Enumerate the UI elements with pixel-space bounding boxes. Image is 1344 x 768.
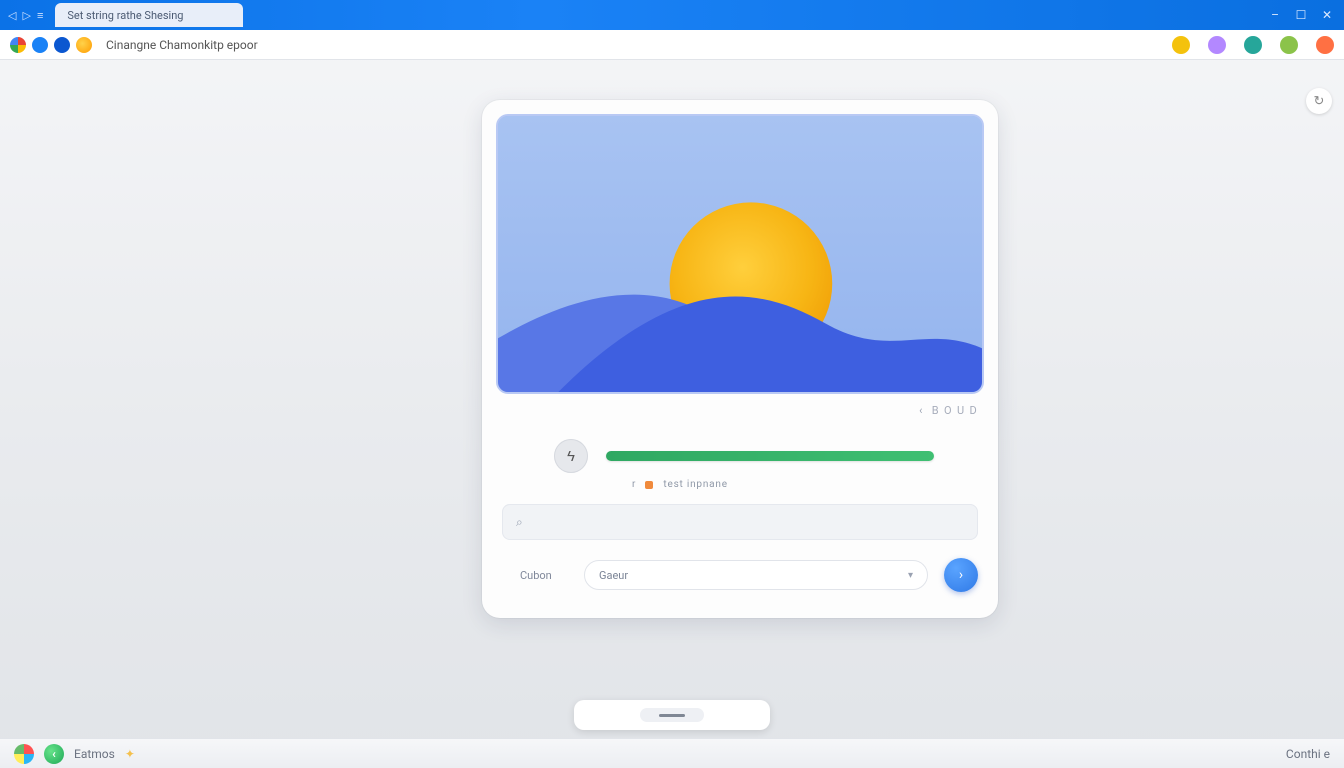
- star-icon: ✦: [125, 747, 135, 761]
- nav-back-icon[interactable]: ◁: [8, 9, 16, 22]
- tab-title: Set string rathe Shesing: [67, 9, 183, 22]
- window-maximize-button[interactable]: ☐: [1292, 6, 1310, 24]
- browser-toolbar: Cinangne Chamonkitp epoor: [0, 30, 1344, 60]
- handle-bar-icon: [659, 714, 685, 717]
- category-label: Cubon: [502, 569, 568, 582]
- flag-chip-icon: [645, 481, 653, 489]
- search-icon: ⌕: [516, 515, 523, 530]
- bottom-dock[interactable]: [574, 700, 770, 730]
- action-pill-button[interactable]: ϟ: [554, 439, 588, 473]
- progress-bar[interactable]: [606, 451, 934, 461]
- search-field[interactable]: [533, 515, 964, 529]
- extension-icon[interactable]: [1172, 36, 1190, 54]
- select-value: Gaeur: [599, 569, 628, 582]
- category-select[interactable]: Gaeur ▾: [584, 560, 928, 590]
- caption-marker: r: [632, 479, 635, 490]
- extension-icon[interactable]: [1208, 36, 1226, 54]
- taskbar-right-text[interactable]: Conthi e: [1286, 747, 1330, 761]
- nav-dot-icon: [32, 37, 48, 53]
- extension-icon[interactable]: [1280, 36, 1298, 54]
- weather-icon: [76, 37, 92, 53]
- refresh-floating-button[interactable]: ↻: [1306, 88, 1332, 114]
- chevron-down-icon: ▾: [908, 570, 913, 581]
- hero-image: [496, 114, 984, 394]
- progress-caption-row: r test inpnane: [632, 479, 984, 490]
- extension-icon[interactable]: [1316, 36, 1334, 54]
- hero-meta: ‹ B O U D: [496, 394, 984, 417]
- chevron-left-icon[interactable]: ‹: [919, 404, 924, 417]
- search-input[interactable]: ⌕: [502, 504, 978, 540]
- nav-menu-icon[interactable]: ≡: [37, 9, 43, 22]
- os-taskbar: Eatmos ✦ Conthi e: [0, 738, 1344, 768]
- extension-icon[interactable]: [1244, 36, 1262, 54]
- progress-caption: test inpnane: [663, 479, 727, 490]
- category-row: Cubon Gaeur ▾ ›: [502, 558, 978, 592]
- window-close-button[interactable]: ✕: [1318, 6, 1336, 24]
- submit-button[interactable]: ›: [944, 558, 978, 592]
- address-text[interactable]: Cinangne Chamonkitp epoor: [106, 38, 258, 52]
- hero-meta-text: B O U D: [932, 404, 978, 417]
- chevron-right-icon: ›: [959, 567, 963, 583]
- taskbar-app-label[interactable]: Eatmos: [74, 747, 115, 761]
- refresh-icon: ↻: [1314, 94, 1325, 109]
- main-card: ‹ B O U D ϟ r test inpnane ⌕ Cubon Gaeur…: [482, 100, 998, 618]
- start-icon[interactable]: [14, 744, 34, 764]
- nav-forward-icon[interactable]: ▷: [22, 9, 30, 22]
- lightning-icon: ϟ: [567, 447, 575, 465]
- dock-handle[interactable]: [640, 708, 704, 722]
- app-icon[interactable]: [44, 744, 64, 764]
- window-titlebar: ◁ ▷ ≡ Set string rathe Shesing – ☐ ✕: [0, 0, 1344, 30]
- window-minimize-button[interactable]: –: [1266, 6, 1284, 24]
- nav-dot-icon: [54, 37, 70, 53]
- browser-tab[interactable]: Set string rathe Shesing: [55, 3, 243, 27]
- progress-row: ϟ: [554, 439, 934, 473]
- chrome-logo-icon: [10, 37, 26, 53]
